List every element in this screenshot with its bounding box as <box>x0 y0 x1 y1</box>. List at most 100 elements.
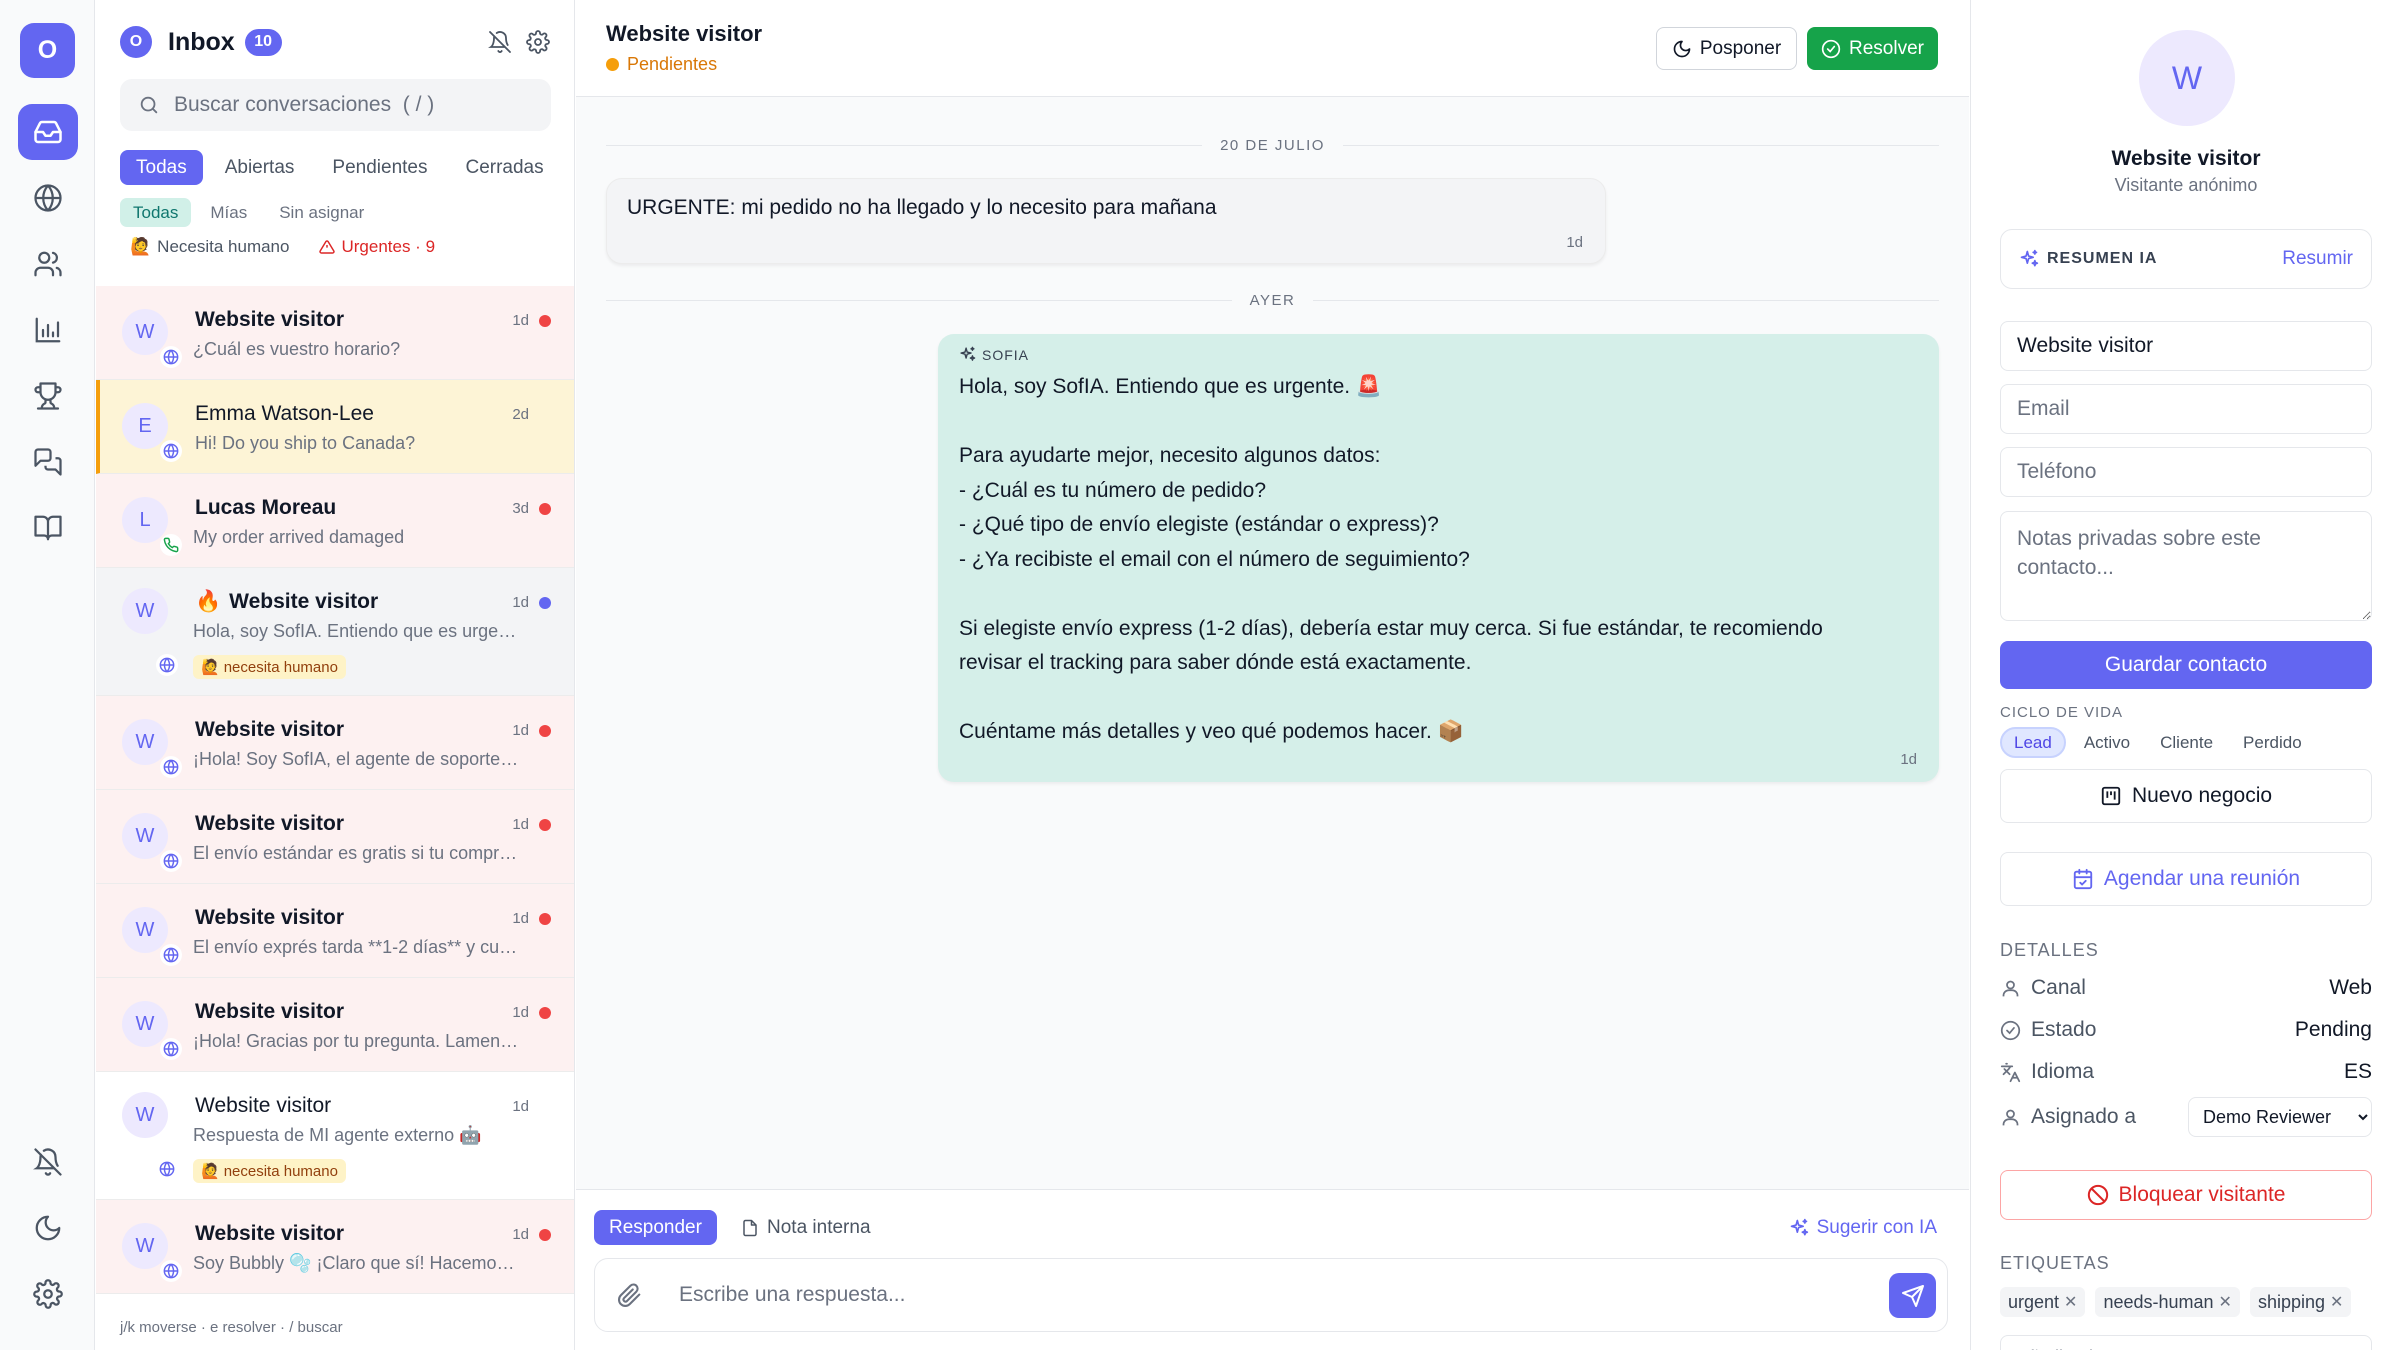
contact-panel: W Website visitor Visitante anónimo RESU… <box>1970 0 2400 1350</box>
nav-web[interactable] <box>18 170 78 226</box>
nav-analytics[interactable] <box>18 302 78 358</box>
conversation-item[interactable]: W Website visitor Soy Bubbly 🫧 ¡Claro que … <box>96 1200 574 1294</box>
filter-urgent-label: Urgentes · 9 <box>341 237 436 256</box>
tab-reply[interactable]: Responder <box>594 1210 717 1245</box>
lifecycle-perdido[interactable]: Perdido <box>2231 727 2314 758</box>
attach-button[interactable] <box>617 1283 642 1308</box>
conversation-item[interactable]: W Website visitor El envío exprés tarda **… <box>96 884 574 978</box>
schedule-meeting-button[interactable]: Agendar una reunión <box>2000 852 2372 906</box>
unread-dot-icon <box>539 1229 551 1241</box>
inbox-title: Inbox <box>168 27 235 56</box>
conversation-item[interactable]: W Website visitor ¿Cuál es vuestro horario… <box>96 286 574 380</box>
keyboard-shortcuts-hint: j/k moverse · e resolver · / buscar <box>120 1319 343 1336</box>
new-deal-button[interactable]: Nuevo negocio <box>2000 769 2372 823</box>
lifecycle-lead[interactable]: Lead <box>2000 727 2066 758</box>
nav-inbox[interactable] <box>18 104 78 160</box>
ban-icon <box>2087 1184 2108 1206</box>
conversation-item[interactable]: W Website visitor Respuesta de MI agente e… <box>96 1072 574 1200</box>
book-icon <box>34 515 62 541</box>
conversation-item[interactable]: W Website visitor ¡Hola! Gracias por tu pr… <box>96 978 574 1072</box>
inbox-panel: O Inbox 10 Todas Abiertas Pendientes Cer… <box>96 0 575 1350</box>
notes-field[interactable] <box>2000 511 2372 621</box>
tag-list: urgent ✕ needs-human ✕ shipping ✕ <box>2000 1287 2352 1317</box>
tag-label: needs-human <box>2103 1291 2214 1312</box>
subtab-todas[interactable]: Todas <box>120 198 192 227</box>
nav-knowledge-base[interactable] <box>18 500 78 556</box>
lifecycle-cliente[interactable]: Cliente <box>2148 727 2225 758</box>
message-preview: Hola, soy SofIA. Entiendo que es urgente… <box>193 621 523 641</box>
filter-needs-human[interactable]: 🙋 Necesita humano <box>130 237 289 257</box>
search-input[interactable] <box>174 93 534 117</box>
lifecycle-selector: Lead Activo Cliente Perdido <box>2000 727 2314 758</box>
needs-human-badge: 🙋 necesita humano <box>193 655 346 679</box>
tab-abiertas[interactable]: Abiertas <box>209 150 311 185</box>
unread-dot-icon <box>539 315 551 327</box>
remove-tag-icon[interactable]: ✕ <box>2064 1292 2077 1312</box>
reply-input[interactable] <box>679 1279 1829 1311</box>
unread-dot-icon <box>539 1007 551 1019</box>
globe-icon <box>163 443 179 459</box>
message-preview: ¿Cuál es vuestro horario? <box>193 339 401 359</box>
suggest-ai-button[interactable]: Sugerir con IA <box>1789 1217 1937 1239</box>
nav-conversations[interactable] <box>18 434 78 490</box>
assignment-tabs: Todas Mías Sin asignar <box>120 198 377 227</box>
raised-hand-icon: 🙋 <box>201 1163 220 1180</box>
send-button[interactable] <box>1889 1273 1936 1318</box>
conversation-time: 1d <box>512 312 529 329</box>
workspace-logo[interactable]: O <box>20 23 75 78</box>
assignee-select[interactable]: Demo Reviewer <box>2188 1097 2372 1137</box>
details-label: DETALLES <box>2000 940 2099 960</box>
phone-field[interactable] <box>2000 447 2372 497</box>
contact-name-label: Website visitor <box>195 308 344 331</box>
outgoing-ai-message: SOFIA Hola, soy SofIA. Entiendo que es u… <box>938 334 1939 782</box>
tags-label: ETIQUETAS <box>2000 1253 2110 1273</box>
conversation-item[interactable]: E Emma Watson-Lee Hi! Do you ship to Canad… <box>96 380 574 474</box>
user-avatar[interactable]: O <box>120 26 152 58</box>
save-contact-button[interactable]: Guardar contacto <box>2000 641 2372 689</box>
add-tag-input[interactable] <box>2000 1335 2372 1350</box>
mute-notifications-button[interactable] <box>488 30 512 54</box>
message-preview: Hi! Do you ship to Canada? <box>195 433 416 453</box>
tab-pendientes[interactable]: Pendientes <box>316 150 443 185</box>
channel-indicator <box>160 440 182 462</box>
nav-theme[interactable] <box>18 1200 78 1256</box>
gear-icon <box>526 30 550 54</box>
nav-contacts[interactable] <box>18 236 78 292</box>
globe-icon <box>163 1041 179 1057</box>
channel-indicator <box>160 850 182 872</box>
snooze-button[interactable]: Posponer <box>1656 27 1797 70</box>
conversation-name: Website visitor <box>195 1000 344 1024</box>
tab-internal-note[interactable]: Nota interna <box>726 1210 886 1245</box>
subtab-sin-asignar[interactable]: Sin asignar <box>266 198 377 227</box>
nav-achievements[interactable] <box>18 368 78 424</box>
tab-cerradas[interactable]: Cerradas <box>449 150 559 185</box>
message-preview: El envío exprés tarda **1-2 días** y cue… <box>193 937 523 957</box>
filter-urgent[interactable]: Urgentes · 9 <box>319 237 435 257</box>
lifecycle-activo[interactable]: Activo <box>2072 727 2142 758</box>
status-badge: Pendientes <box>606 54 717 75</box>
conversation-item[interactable]: W 🔥 Website visitor Hola, soy SofIA. Entien… <box>96 568 574 696</box>
globe-icon <box>163 759 179 775</box>
contact-name-label: Website visitor <box>195 812 344 835</box>
subtab-mias[interactable]: Mías <box>197 198 260 227</box>
filter-needs-human-label: Necesita humano <box>157 237 290 256</box>
email-field[interactable] <box>2000 384 2372 434</box>
block-visitor-button[interactable]: Bloquear visitante <box>2000 1170 2372 1220</box>
nav-settings[interactable] <box>18 1266 78 1322</box>
remove-tag-icon[interactable]: ✕ <box>2219 1292 2232 1312</box>
inbox-settings-button[interactable] <box>526 30 550 54</box>
conversation-name: Lucas Moreau <box>195 496 336 520</box>
channel-indicator <box>160 944 182 966</box>
resolve-button[interactable]: Resolver <box>1807 27 1938 70</box>
summarize-button[interactable]: Resumir <box>2282 248 2353 270</box>
conversation-item[interactable]: W Website visitor ¡Hola! Soy SofIA, el age… <box>96 696 574 790</box>
contact-name-field[interactable] <box>2000 321 2372 371</box>
conversation-item[interactable]: W Website visitor El envío estándar es gra… <box>96 790 574 884</box>
calendar-icon <box>2073 868 2093 890</box>
nav-notifications[interactable] <box>18 1134 78 1190</box>
remove-tag-icon[interactable]: ✕ <box>2330 1292 2343 1312</box>
conversation-item[interactable]: L Lucas Moreau My order arrived damaged 3d <box>96 474 574 568</box>
contact-name-label: Website visitor <box>229 590 379 613</box>
tab-todas[interactable]: Todas <box>120 150 203 185</box>
contact-name-label: Website visitor <box>195 906 344 929</box>
